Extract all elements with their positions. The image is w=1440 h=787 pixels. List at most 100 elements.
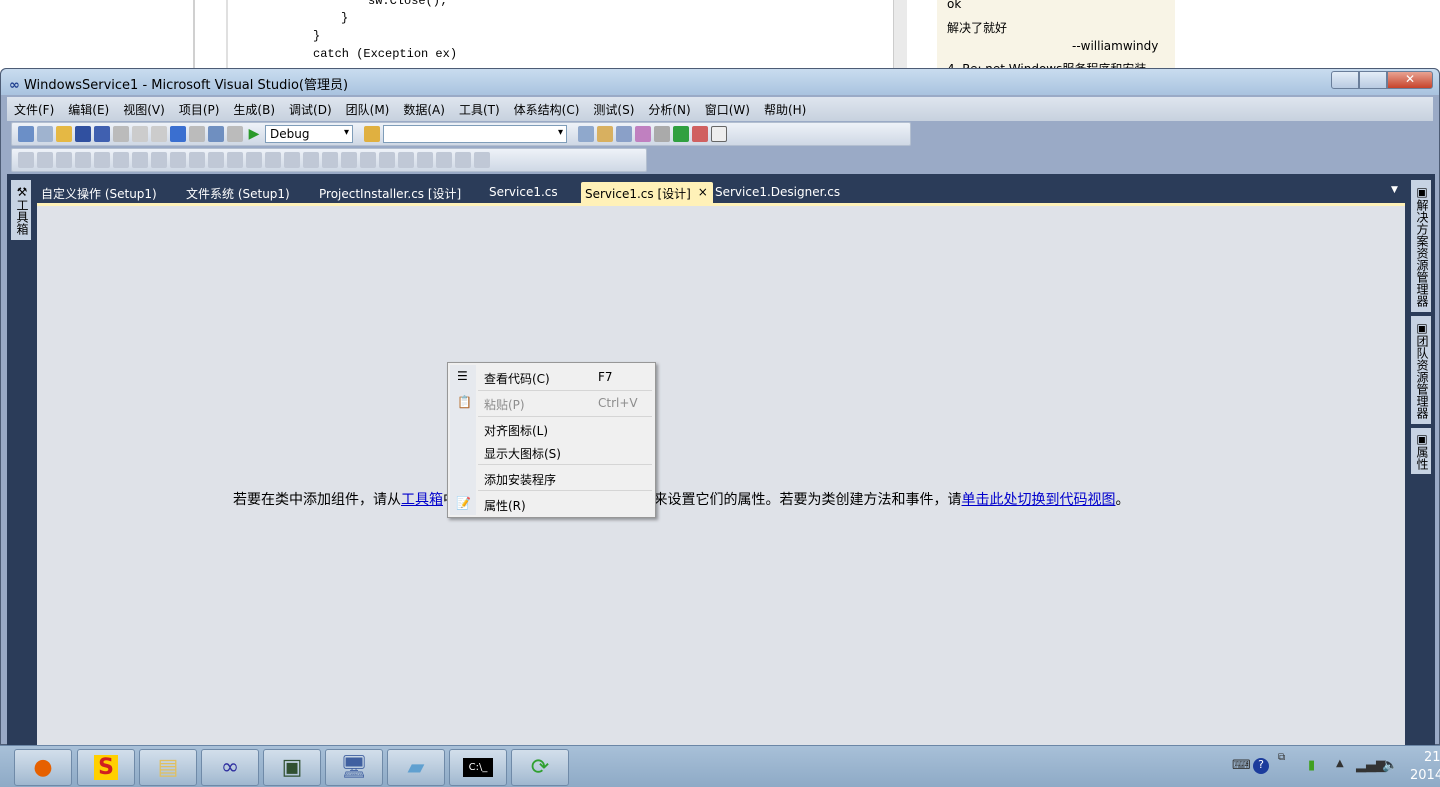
- menu-analyze[interactable]: 分析(N): [641, 97, 697, 118]
- clock-date[interactable]: 2014: [1410, 768, 1440, 783]
- send-to-back-icon[interactable]: [436, 152, 452, 168]
- tab-list-dropdown-icon[interactable]: ▼: [1387, 182, 1402, 203]
- bring-to-front-icon[interactable]: [417, 152, 433, 168]
- solution-explorer-tab[interactable]: ▣解决方案资源管理器: [1411, 180, 1431, 312]
- lock-controls-icon[interactable]: [455, 152, 471, 168]
- remove-horizontal-spacing-icon[interactable]: [284, 152, 300, 168]
- center-horizontally-icon[interactable]: [379, 152, 395, 168]
- extension-manager-icon[interactable]: [692, 126, 708, 142]
- align-rights-icon[interactable]: [75, 152, 91, 168]
- properties-icon[interactable]: [616, 126, 632, 142]
- menu-tools[interactable]: 工具(T): [452, 97, 507, 118]
- terminal-app-taskbar-button[interactable]: ▣: [263, 749, 321, 786]
- align-middles-icon[interactable]: [113, 152, 129, 168]
- app-s-taskbar-button[interactable]: S: [77, 749, 135, 786]
- remove-vertical-spacing-icon[interactable]: [360, 152, 376, 168]
- toolbox-icon[interactable]: [654, 126, 670, 142]
- increase-vertical-spacing-icon[interactable]: [322, 152, 338, 168]
- command-window-icon[interactable]: [711, 126, 727, 142]
- language-bar-icon[interactable]: ⧉: [1278, 752, 1285, 763]
- decrease-vertical-spacing-icon[interactable]: [341, 152, 357, 168]
- solution-configuration-select[interactable]: Debug: [265, 125, 353, 143]
- team-explorer-tab[interactable]: ▣团队资源管理器: [1411, 316, 1431, 424]
- usb-device-icon[interactable]: ▮: [1308, 758, 1315, 773]
- redo-icon[interactable]: [189, 126, 205, 142]
- menu-test[interactable]: 测试(S): [586, 97, 641, 118]
- align-centers-icon[interactable]: [56, 152, 72, 168]
- menu-item-add-installer[interactable]: 添加安装程序: [450, 467, 653, 489]
- paste-icon[interactable]: [151, 126, 167, 142]
- start-page-icon[interactable]: [673, 126, 689, 142]
- menu-help[interactable]: 帮助(H): [757, 97, 813, 118]
- menu-architecture[interactable]: 体系结构(C): [507, 97, 587, 118]
- title-bar[interactable]: ∞ WindowsService1 - Microsoft Visual Stu…: [1, 69, 1439, 95]
- solution-explorer-icon[interactable]: [597, 126, 613, 142]
- copy-icon[interactable]: [132, 126, 148, 142]
- menu-debug[interactable]: 调试(D): [282, 97, 339, 118]
- maximize-button[interactable]: [1359, 71, 1387, 89]
- new-project-icon[interactable]: [18, 126, 34, 142]
- align-bottoms-icon[interactable]: [132, 152, 148, 168]
- properties-tab[interactable]: ▣属性: [1411, 428, 1431, 474]
- tab-file-system[interactable]: 文件系统 (Setup1): [182, 182, 294, 203]
- make-same-size-icon[interactable]: [189, 152, 205, 168]
- explorer-taskbar-button[interactable]: ▤: [139, 749, 197, 786]
- component-designer-surface[interactable]: 若要在类中添加组件，请从工具箱中拖动它们，然后使用“属性”窗口来设置它们的属性。…: [37, 203, 1405, 746]
- menu-item-line-up-icons[interactable]: 对齐图标(L): [450, 418, 653, 440]
- make-same-width-icon[interactable]: [151, 152, 167, 168]
- make-same-height-icon[interactable]: [170, 152, 186, 168]
- menu-window[interactable]: 窗口(W): [698, 97, 757, 118]
- navigate-forward-icon[interactable]: [227, 126, 243, 142]
- find-in-files-icon[interactable]: [364, 126, 380, 142]
- center-vertically-icon[interactable]: [398, 152, 414, 168]
- cut-icon[interactable]: [113, 126, 129, 142]
- tab-service1-design[interactable]: Service1.cs [设计] ×: [581, 182, 713, 203]
- menu-item-show-large-icons[interactable]: 显示大图标(S): [450, 441, 653, 463]
- save-icon[interactable]: [75, 126, 91, 142]
- increase-horizontal-spacing-icon[interactable]: [246, 152, 262, 168]
- undo-icon[interactable]: [170, 126, 186, 142]
- volume-icon[interactable]: 🔈: [1382, 758, 1398, 773]
- toolbox-link[interactable]: 工具箱: [401, 492, 443, 508]
- menu-item-view-code[interactable]: ☰ 查看代码(C) F7: [450, 366, 653, 388]
- tab-order-icon[interactable]: [474, 152, 490, 168]
- object-browser-icon[interactable]: [635, 126, 651, 142]
- align-to-grid-icon[interactable]: [18, 152, 34, 168]
- add-item-icon[interactable]: [37, 126, 53, 142]
- find-icon[interactable]: [578, 126, 594, 142]
- minimize-button[interactable]: [1331, 71, 1359, 89]
- tab-project-installer-design[interactable]: ProjectInstaller.cs [设计]: [315, 182, 465, 203]
- size-to-grid-icon[interactable]: [208, 152, 224, 168]
- menu-item-properties[interactable]: 📝 属性(R): [450, 493, 653, 515]
- menu-data[interactable]: 数据(A): [396, 97, 452, 118]
- menu-build[interactable]: 生成(B): [226, 97, 282, 118]
- help-icon[interactable]: ?: [1253, 758, 1269, 774]
- close-button[interactable]: ✕: [1387, 71, 1433, 89]
- save-all-icon[interactable]: [94, 126, 110, 142]
- vertical-spacing-icon[interactable]: [303, 152, 319, 168]
- find-combo[interactable]: [383, 125, 567, 143]
- tab-service1-designer[interactable]: Service1.Designer.cs: [711, 182, 844, 203]
- open-file-icon[interactable]: [56, 126, 72, 142]
- notepad-taskbar-button[interactable]: ▰: [387, 749, 445, 786]
- visual-studio-taskbar-button[interactable]: ∞: [201, 749, 259, 786]
- start-debugging-icon[interactable]: ▶: [246, 126, 262, 142]
- sync-app-taskbar-button[interactable]: ⟳: [511, 749, 569, 786]
- firefox-taskbar-button[interactable]: ●: [14, 749, 72, 786]
- toolbox-tab[interactable]: ⚒工具箱: [11, 180, 31, 240]
- keyboard-icon[interactable]: ⌨: [1232, 758, 1251, 773]
- tab-service1-code[interactable]: Service1.cs: [485, 182, 562, 203]
- close-tab-icon[interactable]: ×: [698, 185, 708, 199]
- network-app-taskbar-button[interactable]: 🖥: [325, 749, 383, 786]
- align-tops-icon[interactable]: [94, 152, 110, 168]
- cmd-taskbar-button[interactable]: C:\_: [449, 749, 507, 786]
- align-lefts-icon[interactable]: [37, 152, 53, 168]
- menu-file[interactable]: 文件(F): [7, 97, 61, 118]
- switch-to-code-view-link[interactable]: 单击此处切换到代码视图: [962, 492, 1116, 508]
- menu-view[interactable]: 视图(V): [116, 97, 172, 118]
- decrease-horizontal-spacing-icon[interactable]: [265, 152, 281, 168]
- clock-time[interactable]: 21: [1424, 750, 1440, 765]
- scrollbar[interactable]: [893, 0, 907, 70]
- menu-project[interactable]: 项目(P): [172, 97, 227, 118]
- menu-edit[interactable]: 编辑(E): [61, 97, 116, 118]
